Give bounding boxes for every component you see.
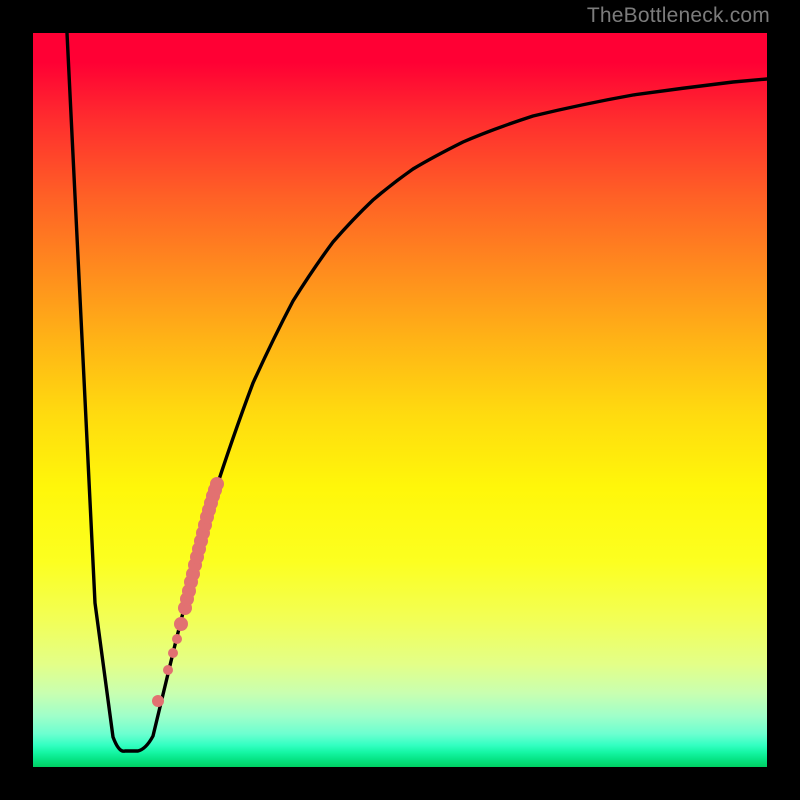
highlighted-points	[152, 477, 224, 707]
chart-overlay	[33, 33, 767, 767]
bottleneck-curve	[67, 33, 767, 751]
outer-frame: TheBottleneck.com	[0, 0, 800, 800]
watermark-text: TheBottleneck.com	[587, 4, 770, 28]
